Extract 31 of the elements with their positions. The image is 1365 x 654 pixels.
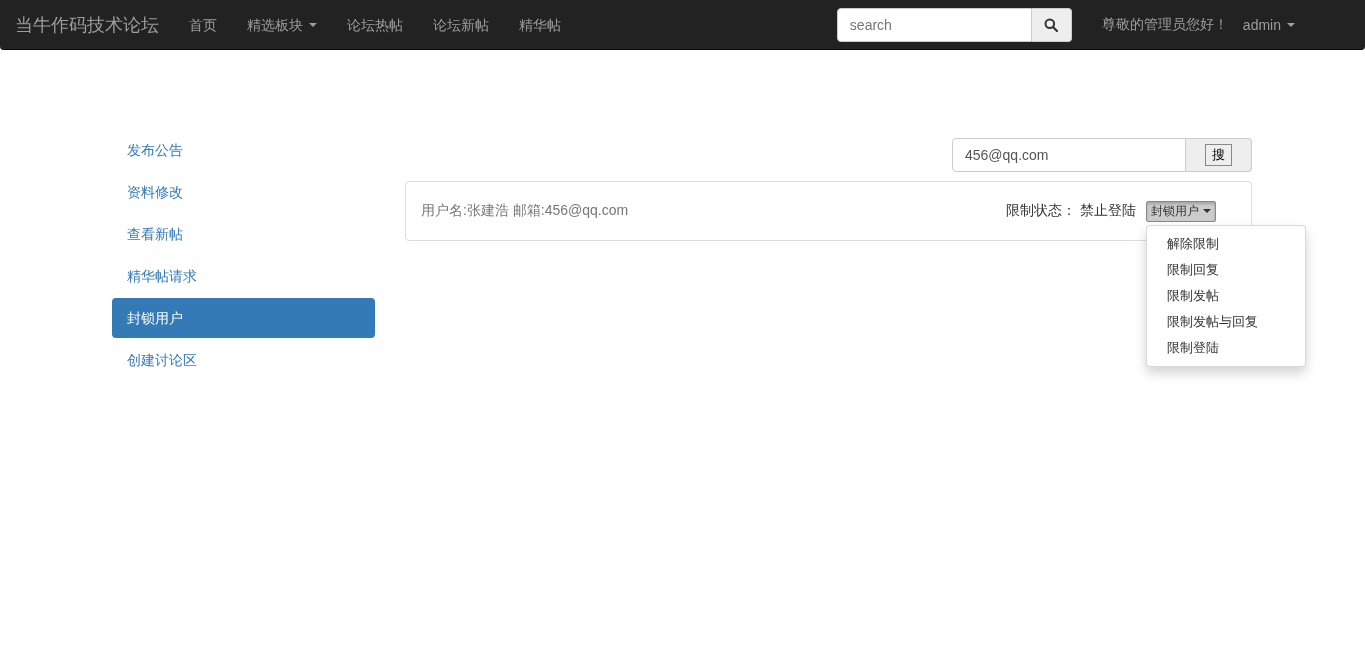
nav-link[interactable]: 首页	[174, 0, 232, 50]
status-value: 禁止登陆	[1080, 202, 1136, 220]
dropdown-item[interactable]: 解除限制	[1147, 230, 1305, 257]
sidebar-item[interactable]: 精华帖请求	[112, 256, 375, 296]
search-icon	[1044, 17, 1059, 32]
dropdown-item[interactable]: 限制回复	[1147, 256, 1305, 283]
sidebar-item[interactable]: 封锁用户	[112, 298, 375, 338]
greeting-text: 尊敬的管理员您好！	[1101, 15, 1228, 34]
caret-icon	[1287, 22, 1295, 27]
sidebar-item[interactable]: 创建讨论区	[112, 340, 375, 380]
block-user-dropdown[interactable]: 封锁用户	[1146, 200, 1216, 222]
site-brand[interactable]: 当牛作码技术论坛	[15, 12, 159, 37]
nav-link[interactable]: 论坛热帖	[332, 0, 418, 50]
sidebar-item[interactable]: 查看新帖	[112, 214, 375, 254]
user-info-text: 用户名:张建浩 邮箱:456@qq.com	[421, 202, 629, 220]
search-button[interactable]	[1031, 7, 1072, 42]
search-button[interactable]: 搜	[1205, 144, 1232, 166]
email-search-field[interactable]: 456@qq.com	[952, 138, 1186, 172]
nav-link[interactable]: 论坛新帖	[418, 0, 504, 50]
search-field[interactable]: search	[836, 7, 1032, 42]
sidebar-item[interactable]: 发布公告	[112, 130, 375, 170]
nav-link[interactable]: 精选板块	[232, 0, 332, 50]
dropdown-item[interactable]: 限制发帖	[1147, 282, 1305, 309]
user-menu[interactable]: admin	[1227, 0, 1310, 50]
caret-icon	[1203, 209, 1211, 213]
sidebar-item[interactable]: 资料修改	[112, 172, 375, 212]
caret-icon	[309, 22, 317, 27]
dropdown-item[interactable]: 限制登陆	[1147, 334, 1305, 361]
dropdown-item[interactable]: 限制发帖与回复	[1147, 308, 1305, 335]
nav-link[interactable]: 精华帖	[504, 0, 576, 50]
status-label: 限制状态：	[1006, 202, 1076, 220]
